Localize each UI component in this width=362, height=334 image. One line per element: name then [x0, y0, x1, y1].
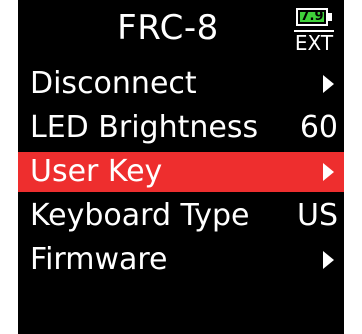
chevron-right-icon — [323, 75, 334, 93]
power-source-label: EXT — [294, 30, 334, 55]
menu-item-user-key[interactable]: User Key — [18, 152, 344, 192]
menu-item-label: LED Brightness — [30, 110, 259, 145]
menu-item-value: US — [296, 198, 338, 233]
menu-item-label: Disconnect — [30, 66, 197, 101]
menu-item-value: 60 — [299, 110, 338, 145]
page-title: FRC-8 — [117, 8, 219, 48]
menu-list: Disconnect LED Brightness 60 User Key Ke… — [18, 64, 344, 284]
menu-item-led-brightness[interactable]: LED Brightness 60 — [18, 108, 344, 148]
device-screen: FRC-8 7.9 EXT Disconnect LED Brightness … — [18, 0, 344, 334]
chevron-right-icon — [323, 163, 334, 181]
menu-item-label: Keyboard Type — [30, 198, 250, 233]
menu-item-label: Firmware — [30, 242, 168, 277]
battery-icon: 7.9 — [296, 8, 328, 26]
menu-item-disconnect[interactable]: Disconnect — [18, 64, 344, 104]
menu-item-keyboard-type[interactable]: Keyboard Type US — [18, 196, 344, 236]
header: FRC-8 7.9 EXT — [18, 0, 344, 64]
menu-item-firmware[interactable]: Firmware — [18, 240, 344, 280]
battery-indicator: 7.9 EXT — [294, 6, 336, 58]
battery-tip — [328, 13, 332, 21]
menu-item-label: User Key — [30, 154, 163, 189]
battery-level: 7.9 — [300, 9, 324, 24]
chevron-right-icon — [323, 251, 334, 269]
